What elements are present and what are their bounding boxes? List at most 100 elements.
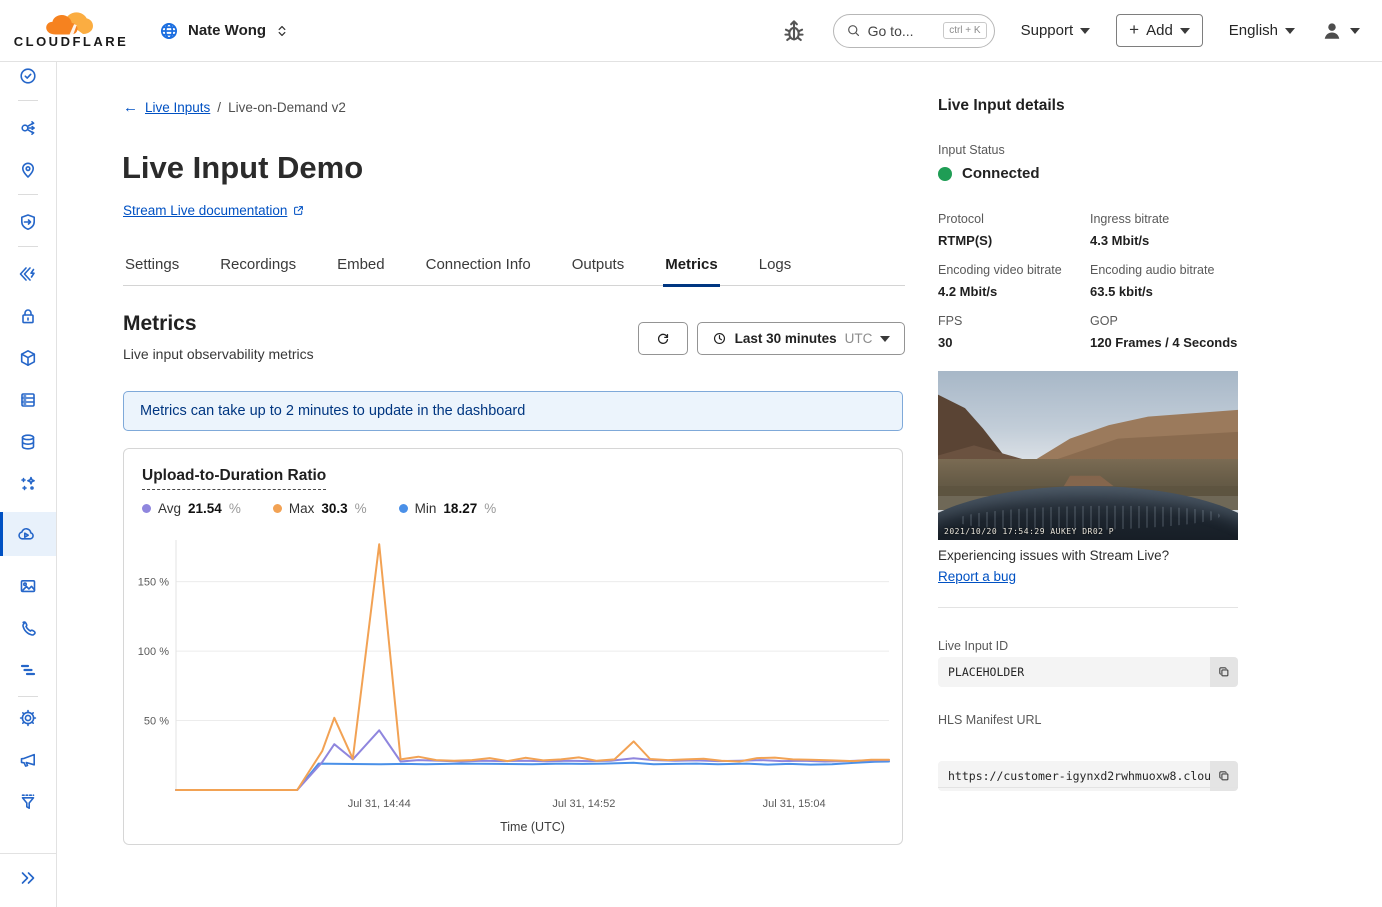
phone-icon[interactable]	[18, 618, 38, 638]
details-heading: Live Input details	[938, 97, 1238, 115]
breadcrumb-separator: /	[217, 100, 221, 115]
legend-item: Avg 21.54 %	[142, 501, 241, 516]
server-stack-icon[interactable]	[18, 390, 38, 410]
legend-dot-min	[399, 504, 408, 513]
account-picker[interactable]: Nate Wong	[158, 20, 290, 42]
metrics-heading: Metrics	[123, 312, 197, 336]
brand-wordmark: CLOUDFLARE	[14, 34, 129, 49]
clock-check-icon[interactable]	[18, 66, 38, 86]
divider	[938, 607, 1238, 608]
live-input-id-label: Live Input ID	[938, 639, 1238, 653]
breadcrumb-current: Live-on-Demand v2	[228, 100, 346, 115]
chart-legend: Avg 21.54 % Max 30.3 % Min 18.27 %	[142, 501, 496, 516]
shield-arrow-icon[interactable]	[18, 212, 38, 232]
sidebar-divider	[18, 100, 38, 101]
metrics-subheading: Live input observability metrics	[123, 346, 314, 362]
plus-icon: +	[1129, 20, 1139, 40]
chart-title: Upload-to-Duration Ratio	[142, 467, 326, 490]
documentation-link[interactable]: Stream Live documentation	[123, 203, 305, 218]
page-title: Live Input Demo	[122, 150, 363, 186]
gantt-bars-icon[interactable]	[18, 660, 38, 680]
sidebar-divider	[0, 853, 56, 854]
support-menu[interactable]: Support	[1021, 22, 1091, 39]
cube-icon[interactable]	[18, 348, 38, 368]
ai-sparkles-icon[interactable]	[18, 474, 38, 494]
cloudflare-dashboard: CLOUDFLARE Nate Wong Go to...	[0, 0, 1382, 907]
hls-manifest-url-label: HLS Manifest URL	[938, 713, 1238, 727]
status-dot-icon	[938, 167, 952, 181]
copy-icon	[1217, 665, 1231, 679]
input-status: Connected	[938, 165, 1238, 182]
live-video-preview[interactable]: 2021/10/20 17:54:29 AUKEY DR02 P	[938, 371, 1238, 540]
tab-settings[interactable]: Settings	[123, 246, 181, 287]
svg-text:100 %: 100 %	[138, 646, 169, 658]
database-icon[interactable]	[18, 432, 38, 452]
account-switcher-icon	[274, 23, 290, 39]
images-icon[interactable]	[18, 576, 38, 596]
svg-text:Time (UTC): Time (UTC)	[500, 820, 565, 834]
breadcrumb-live-inputs-link[interactable]: Live Inputs	[145, 100, 210, 115]
time-range-dropdown[interactable]: Last 30 minutes UTC	[697, 322, 905, 355]
caret-down-icon	[1350, 28, 1360, 34]
report-bug-link[interactable]: Report a bug	[938, 569, 1238, 584]
legend-item: Min 18.27 %	[399, 501, 497, 516]
user-menu[interactable]	[1321, 20, 1360, 42]
refresh-button[interactable]	[638, 322, 688, 355]
time-range-zone: UTC	[845, 331, 873, 346]
caret-down-icon	[1080, 28, 1090, 34]
tab-metrics[interactable]: Metrics	[663, 246, 720, 287]
svg-text:50 %: 50 %	[144, 716, 169, 728]
detail-field: Encoding audio bitrate63.5 kbit/s	[1090, 263, 1238, 299]
tab-recordings[interactable]: Recordings	[218, 246, 298, 287]
sidebar-divider	[18, 194, 38, 195]
sidebar-divider	[18, 246, 38, 247]
tab-embed[interactable]: Embed	[335, 246, 387, 287]
tab-bar: Settings Recordings Embed Connection Inf…	[123, 246, 905, 286]
svg-text:Jul 31, 14:52: Jul 31, 14:52	[552, 798, 615, 810]
search-placeholder: Go to...	[868, 23, 937, 39]
lock-icon[interactable]	[18, 306, 38, 326]
divider	[938, 787, 1238, 788]
copy-input-id-button[interactable]	[1210, 657, 1238, 687]
stream-cloud-play-icon[interactable]	[16, 524, 36, 544]
search-shortcut-badge: ctrl + K	[943, 22, 986, 39]
svg-text:150 %: 150 %	[138, 577, 169, 589]
input-status-label: Input Status	[938, 143, 1238, 157]
tab-logs[interactable]: Logs	[757, 246, 794, 287]
gear-icon[interactable]	[18, 708, 38, 728]
detail-field: GOP120 Frames / 4 Seconds	[1090, 314, 1238, 350]
left-sidebar	[0, 62, 57, 907]
time-range-label: Last 30 minutes	[735, 331, 837, 346]
bug-report-icon[interactable]	[781, 18, 807, 44]
traffic-icon[interactable]	[18, 118, 38, 138]
funnel-icon[interactable]	[18, 792, 38, 812]
cloudflare-logo[interactable]: CLOUDFLARE	[16, 12, 126, 49]
location-pin-icon[interactable]	[18, 160, 38, 180]
sidebar-divider	[18, 696, 38, 697]
metrics-info-banner: Metrics can take up to 2 minutes to upda…	[123, 391, 903, 431]
header-actions: Go to... ctrl + K Support + Add English	[781, 14, 1360, 48]
breadcrumb: ← Live Inputs / Live-on-Demand v2	[123, 99, 346, 116]
global-search-input[interactable]: Go to... ctrl + K	[833, 14, 995, 48]
clock-icon	[712, 331, 727, 346]
legend-dot-max	[273, 504, 282, 513]
search-icon	[846, 23, 861, 38]
speed-bolt-icon[interactable]	[18, 264, 38, 284]
language-menu[interactable]: English	[1229, 22, 1295, 39]
tab-connection-info[interactable]: Connection Info	[424, 246, 533, 287]
megaphone-icon[interactable]	[18, 750, 38, 770]
caret-down-icon	[880, 336, 890, 342]
add-button[interactable]: + Add	[1116, 14, 1203, 47]
issues-text: Experiencing issues with Stream Live?	[938, 548, 1238, 563]
details-grid: ProtocolRTMP(S) Ingress bitrate4.3 Mbit/…	[938, 212, 1238, 350]
caret-down-icon	[1180, 28, 1190, 34]
legend-dot-avg	[142, 504, 151, 513]
expand-sidebar-icon[interactable]	[18, 868, 38, 888]
refresh-icon	[655, 331, 671, 347]
globe-icon	[158, 20, 180, 42]
tab-outputs[interactable]: Outputs	[570, 246, 627, 287]
detail-field: Encoding video bitrate4.2 Mbit/s	[938, 263, 1090, 299]
live-input-id-field[interactable]: PLACEHOLDER	[938, 657, 1238, 687]
top-header: CLOUDFLARE Nate Wong Go to...	[0, 0, 1382, 62]
legend-item: Max 30.3 %	[273, 501, 367, 516]
